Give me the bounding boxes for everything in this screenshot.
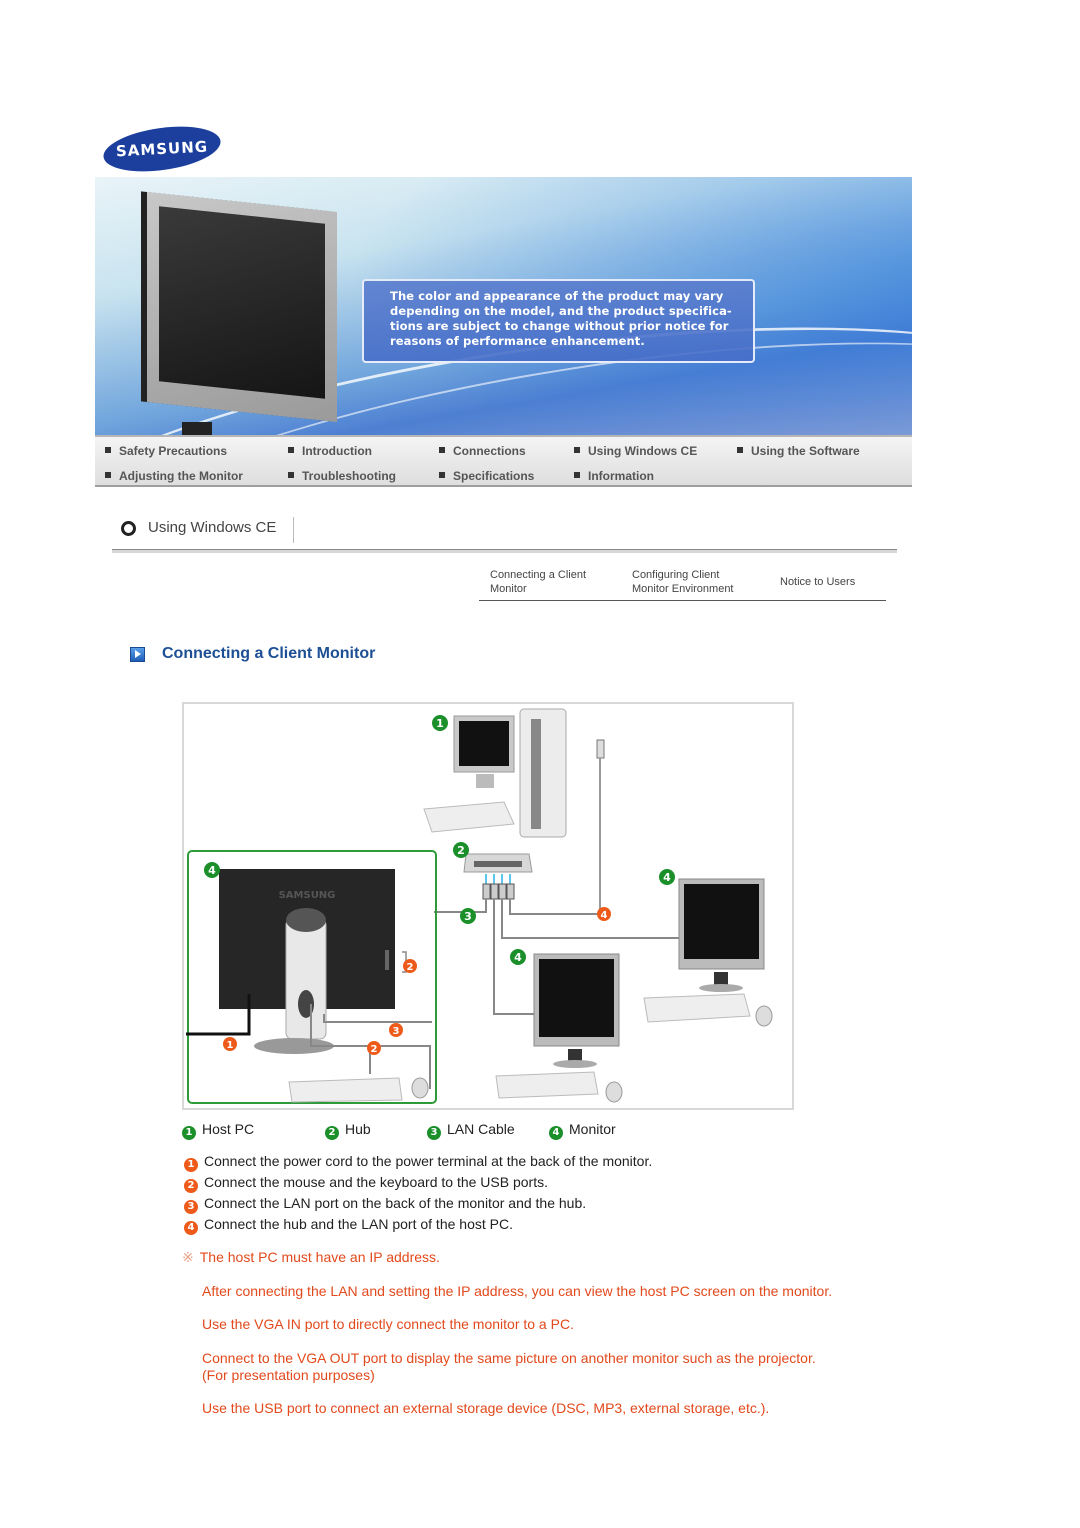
svg-text:2: 2 [457, 844, 465, 857]
nav-item-connections[interactable]: Connections [439, 444, 526, 458]
number-badge-icon: 4 [184, 1221, 198, 1235]
steps-list: 1 Connect the power cord to the power ter… [184, 1151, 652, 1235]
nav-item-introduction[interactable]: Introduction [288, 444, 372, 458]
play-arrow-icon [130, 647, 145, 662]
svg-text:SAMSUNG: SAMSUNG [279, 890, 336, 901]
nav-item-safety-precautions[interactable]: Safety Precautions [105, 444, 227, 458]
svg-text:3: 3 [464, 910, 472, 923]
legend-lan-cable: 3 LAN Cable [427, 1121, 515, 1140]
notes: ※ The host PC must have an IP address. Af… [182, 1249, 842, 1417]
note-item: After connecting the LAN and setting the… [202, 1283, 833, 1299]
nav-item-information[interactable]: Information [574, 469, 654, 483]
sub-tabs: Connecting a Client Monitor Configuring … [479, 562, 886, 601]
bullet-icon [439, 472, 445, 478]
number-badge-icon: 4 [549, 1126, 563, 1140]
client-monitor-image [495, 953, 623, 1103]
tab-notice-to-users[interactable]: Notice to Users [780, 575, 855, 589]
number-badge-icon: 1 [184, 1158, 198, 1172]
step-item: 2 Connect the mouse and the keyboard to t… [184, 1172, 652, 1193]
product-notice: The color and appearance of the product … [362, 279, 755, 363]
svg-text:2: 2 [407, 962, 414, 973]
step-item: 1 Connect the power cord to the power ter… [184, 1151, 652, 1172]
nav-item-troubleshooting[interactable]: Troubleshooting [288, 469, 396, 483]
svg-text:4: 4 [208, 864, 216, 877]
legend-monitor: 4 Monitor [549, 1121, 616, 1140]
step-item: 4 Connect the hub and the LAN port of the… [184, 1214, 652, 1235]
number-badge-icon: 3 [427, 1126, 441, 1140]
nav-item-specifications[interactable]: Specifications [439, 469, 534, 483]
svg-text:1: 1 [436, 717, 444, 730]
note-item: Use the USB port to connect an external … [202, 1400, 770, 1416]
note-item: ※ The host PC must have an IP address. [182, 1249, 440, 1265]
bullet-icon [737, 447, 743, 453]
tab-configuring-client-monitor-environment[interactable]: Configuring Client Monitor Environment [632, 568, 734, 596]
diagram-svg: SAMSUNG 1 2 3 4 4 4 1 2 2 3 4 [186, 708, 773, 1104]
svg-text:3: 3 [393, 1026, 400, 1037]
bullet-icon [574, 447, 580, 453]
section-header: Using Windows CE [112, 513, 897, 553]
nav-item-using-the-software[interactable]: Using the Software [737, 444, 860, 458]
hub-image [463, 853, 533, 900]
svg-text:4: 4 [601, 910, 608, 921]
circle-icon [121, 521, 136, 536]
legend-hub: 2 Hub [325, 1121, 371, 1140]
svg-text:4: 4 [514, 951, 522, 964]
number-badge-icon: 2 [184, 1179, 198, 1193]
svg-text:4: 4 [663, 871, 671, 884]
tab-connecting-a-client-monitor[interactable]: Connecting a Client Monitor [490, 568, 586, 596]
reference-mark-icon: ※ [182, 1249, 194, 1265]
main-nav: Safety Precautions Introduction Connecti… [95, 435, 912, 487]
monitor-image [137, 192, 347, 435]
nav-item-using-windows-ce[interactable]: Using Windows CE [574, 444, 697, 458]
samsung-logo: SAMSUNG [100, 119, 224, 179]
number-badge-icon: 3 [184, 1200, 198, 1214]
note-item: Use the VGA IN port to directly connect … [202, 1316, 574, 1332]
hero-banner: The color and appearance of the product … [95, 177, 912, 435]
client-monitor-image [643, 878, 773, 1027]
svg-text:2: 2 [371, 1044, 378, 1055]
bullet-icon [105, 472, 111, 478]
nav-item-adjusting-the-monitor[interactable]: Adjusting the Monitor [105, 469, 243, 483]
connection-diagram: SAMSUNG 1 2 3 4 4 4 1 2 2 3 4 [182, 702, 794, 1110]
step-item: 3 Connect the LAN port on the back of the… [184, 1193, 652, 1214]
monitor-back-image: SAMSUNG [219, 869, 429, 1103]
bullet-icon [288, 447, 294, 453]
svg-text:1: 1 [227, 1040, 234, 1051]
note-item: Connect to the VGA OUT port to display t… [202, 1350, 816, 1383]
bullet-icon [105, 447, 111, 453]
number-badge-icon: 2 [325, 1126, 339, 1140]
divider [293, 517, 294, 543]
bullet-icon [574, 472, 580, 478]
section-title: Using Windows CE [148, 519, 277, 536]
bullet-icon [439, 447, 445, 453]
legend-host-pc: 1 Host PC [182, 1121, 254, 1140]
number-badge-icon: 1 [182, 1126, 196, 1140]
bullet-icon [288, 472, 294, 478]
